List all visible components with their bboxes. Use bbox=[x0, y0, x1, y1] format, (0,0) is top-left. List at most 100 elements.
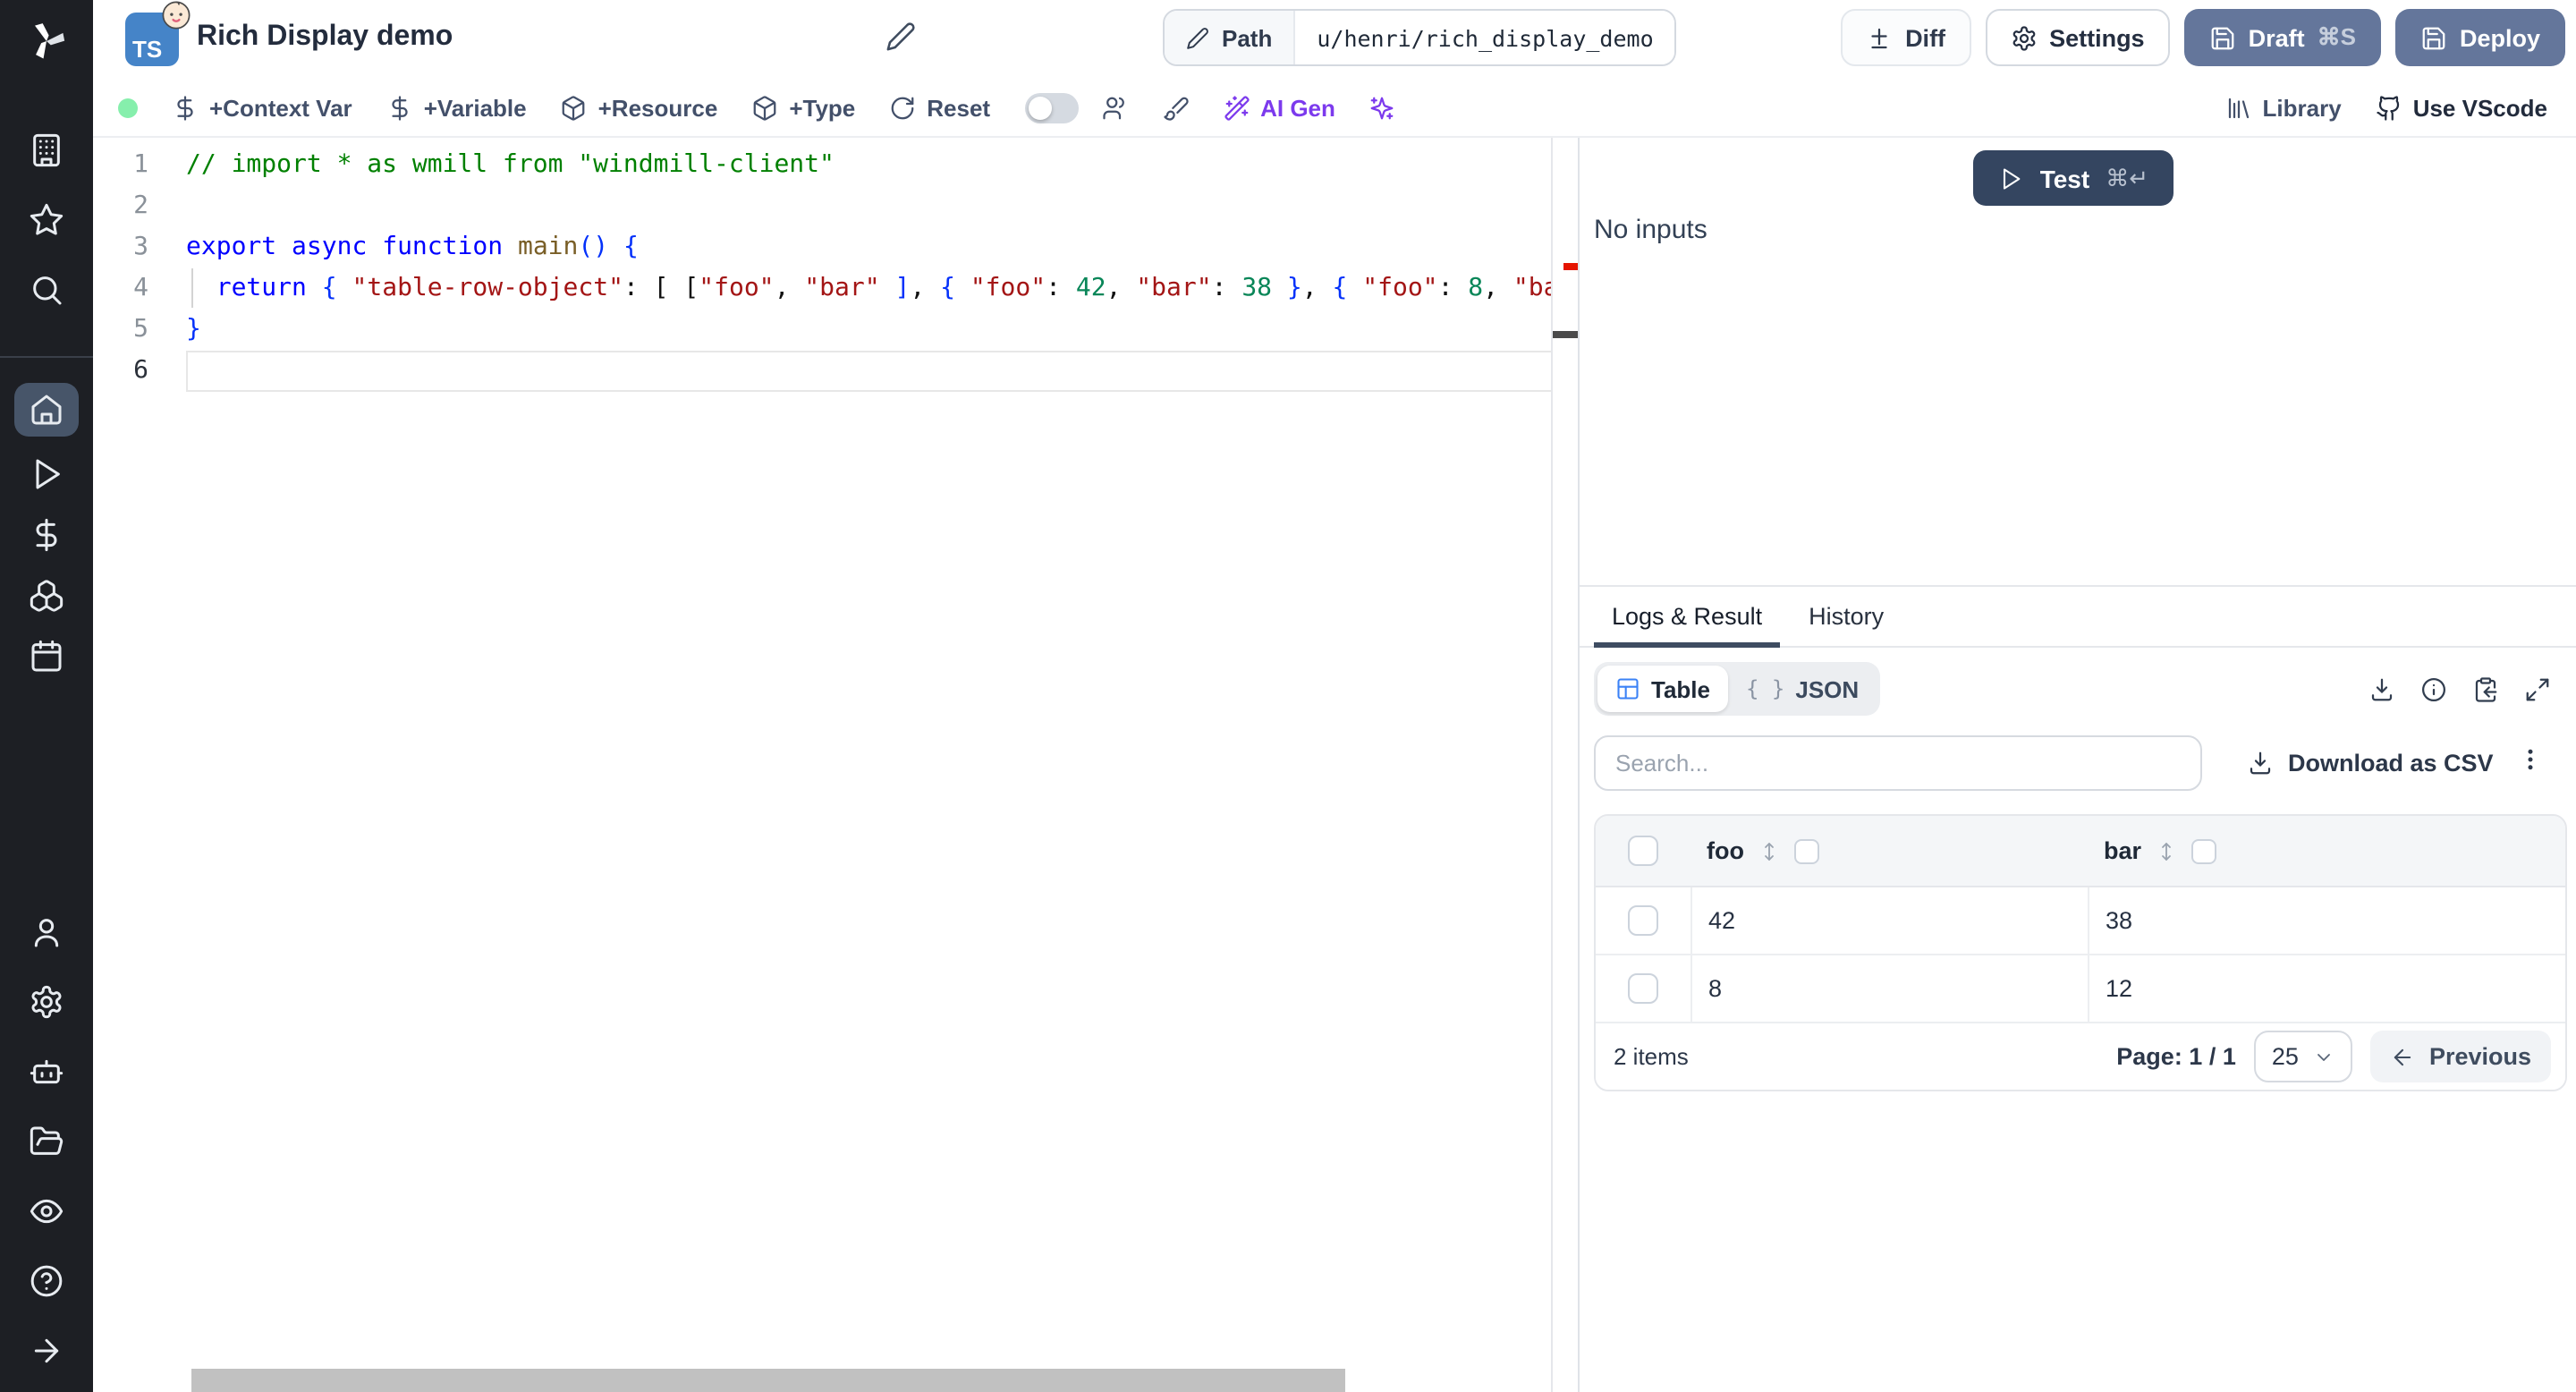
sidebar-item-variables[interactable] bbox=[14, 513, 79, 557]
gear-icon bbox=[2010, 24, 2037, 51]
multiplayer-toggle[interactable] bbox=[1024, 93, 1078, 123]
help-icon[interactable] bbox=[14, 1254, 79, 1308]
view-toggle-json[interactable]: { } JSON bbox=[1728, 666, 1877, 712]
favorites-star-icon[interactable] bbox=[14, 193, 79, 247]
add-context-var-button[interactable]: +Context Var bbox=[172, 95, 352, 122]
expand-icon[interactable] bbox=[2524, 675, 2551, 702]
line-number: 3 bbox=[93, 227, 186, 268]
windmill-logo-icon[interactable] bbox=[23, 18, 70, 64]
view-toggle: Table { } JSON bbox=[1594, 662, 1880, 716]
search-input[interactable] bbox=[1594, 735, 2202, 791]
tab-logs-result[interactable]: Logs & Result bbox=[1594, 587, 1780, 646]
package-icon bbox=[561, 95, 588, 122]
topbar: TS Rich Display demo Path u/henri/rich_d… bbox=[93, 0, 2576, 82]
code-line[interactable]: 6 bbox=[93, 351, 1553, 392]
row-checkbox[interactable] bbox=[1628, 905, 1658, 936]
draft-button[interactable]: Draft ⌘S bbox=[2184, 9, 2381, 66]
code-line[interactable]: 1// import * as wmill from "windmill-cli… bbox=[93, 145, 1553, 186]
search-icon[interactable] bbox=[14, 263, 79, 317]
more-options-kebab-icon[interactable] bbox=[2517, 745, 2562, 781]
table-row[interactable]: 42 38 bbox=[1596, 887, 2565, 955]
cursor-marker bbox=[1553, 331, 1578, 338]
code-editor[interactable]: 1// import * as wmill from "windmill-cli… bbox=[93, 138, 1578, 1392]
copy-clipboard-icon[interactable] bbox=[2472, 675, 2499, 702]
sidebar-item-users[interactable] bbox=[14, 905, 79, 959]
diff-button[interactable]: Diff bbox=[1841, 9, 1970, 66]
tab-history[interactable]: History bbox=[1791, 587, 1902, 646]
editor-toolbar: +Context Var +Variable +Resource +Type R… bbox=[93, 81, 2576, 138]
error-marker bbox=[1563, 263, 1578, 270]
path-control[interactable]: Path u/henri/rich_display_demo bbox=[1163, 9, 1677, 66]
use-vscode-button[interactable]: Use VScode bbox=[2376, 95, 2547, 122]
results-section: Logs & Result History Table { } JSON bbox=[1580, 585, 2576, 1392]
table-footer: 2 items Page: 1 / 1 25 Previous bbox=[1596, 1023, 2565, 1090]
row-checkbox[interactable] bbox=[1628, 973, 1658, 1004]
magic-wand-icon bbox=[1223, 95, 1250, 122]
library-icon bbox=[2225, 95, 2252, 122]
column-filter-checkbox[interactable] bbox=[2191, 838, 2216, 863]
sidebar-item-settings[interactable] bbox=[14, 975, 79, 1029]
sidebar bbox=[0, 0, 93, 1392]
code-line[interactable]: 2 bbox=[93, 186, 1553, 227]
sidebar-item-workers[interactable] bbox=[14, 1045, 79, 1099]
line-number: 2 bbox=[93, 186, 186, 227]
package-icon bbox=[751, 95, 778, 122]
workspace-icon[interactable] bbox=[14, 123, 79, 177]
edit-summary-pencil-icon[interactable] bbox=[886, 21, 916, 52]
deploy-button[interactable]: Deploy bbox=[2395, 9, 2565, 66]
no-inputs-text: No inputs bbox=[1594, 215, 1707, 245]
sidebar-item-schedules[interactable] bbox=[14, 633, 79, 678]
download-csv-button[interactable]: Download as CSV bbox=[2247, 750, 2494, 777]
column-header: bar bbox=[2104, 837, 2141, 864]
sidebar-item-audit-logs[interactable] bbox=[14, 1184, 79, 1238]
format-brush-icon[interactable] bbox=[1162, 95, 1189, 122]
users-icon[interactable] bbox=[1101, 95, 1128, 122]
select-all-checkbox[interactable] bbox=[1628, 836, 1658, 866]
reset-button[interactable]: Reset bbox=[889, 95, 990, 122]
settings-button[interactable]: Settings bbox=[1985, 9, 2170, 66]
code-line[interactable]: 5} bbox=[93, 310, 1553, 351]
path-label: Path bbox=[1165, 11, 1295, 64]
view-toggle-table[interactable]: Table bbox=[1597, 666, 1728, 712]
ai-gen-button[interactable]: AI Gen bbox=[1223, 95, 1335, 122]
dollar-icon bbox=[386, 95, 413, 122]
column-header: foo bbox=[1707, 837, 1744, 864]
download-result-icon[interactable] bbox=[2368, 675, 2395, 702]
sidebar-divider bbox=[0, 356, 93, 358]
add-variable-button[interactable]: +Variable bbox=[386, 95, 527, 122]
cell-value: 42 bbox=[1708, 907, 1735, 934]
table-row[interactable]: 8 12 bbox=[1596, 955, 2565, 1023]
save-icon bbox=[2209, 24, 2236, 51]
sort-icon[interactable] bbox=[1758, 840, 1780, 862]
previous-page-button[interactable]: Previous bbox=[2370, 1031, 2551, 1082]
run-section: Test ⌘↵ No inputs bbox=[1580, 138, 2576, 585]
sidebar-item-folders[interactable] bbox=[14, 1115, 79, 1168]
line-number: 5 bbox=[93, 310, 186, 351]
status-dot bbox=[118, 98, 138, 118]
sort-icon[interactable] bbox=[2156, 840, 2177, 862]
test-button[interactable]: Test ⌘↵ bbox=[1974, 150, 2174, 206]
library-button[interactable]: Library bbox=[2225, 95, 2342, 122]
info-icon[interactable] bbox=[2420, 675, 2447, 702]
code-line[interactable]: 4 return { "table-row-object": [ ["foo",… bbox=[93, 268, 1553, 310]
dollar-icon bbox=[172, 95, 199, 122]
add-resource-button[interactable]: +Resource bbox=[561, 95, 718, 122]
horizontal-scrollbar[interactable] bbox=[191, 1369, 1345, 1392]
download-icon bbox=[2247, 750, 2274, 777]
line-number: 1 bbox=[93, 145, 186, 186]
sidebar-item-runs[interactable] bbox=[14, 452, 79, 497]
column-filter-checkbox[interactable] bbox=[1794, 838, 1819, 863]
overview-ruler bbox=[1551, 138, 1578, 1392]
result-table: foo bar 42 bbox=[1594, 814, 2567, 1091]
code-line[interactable]: 3export async function main() { bbox=[93, 227, 1553, 268]
expand-sidebar-icon[interactable] bbox=[14, 1324, 79, 1378]
code-lines[interactable]: 1// import * as wmill from "windmill-cli… bbox=[93, 145, 1553, 392]
app: TS Rich Display demo Path u/henri/rich_d… bbox=[0, 0, 2576, 1392]
sparkles-icon[interactable] bbox=[1369, 95, 1396, 122]
line-number: 4 bbox=[93, 268, 186, 310]
sidebar-item-resources[interactable] bbox=[14, 573, 79, 618]
sidebar-item-home[interactable] bbox=[14, 383, 79, 437]
page-size-select[interactable]: 25 bbox=[2254, 1031, 2352, 1082]
results-tabbar: Logs & Result History bbox=[1580, 587, 2576, 648]
add-type-button[interactable]: +Type bbox=[751, 95, 855, 122]
